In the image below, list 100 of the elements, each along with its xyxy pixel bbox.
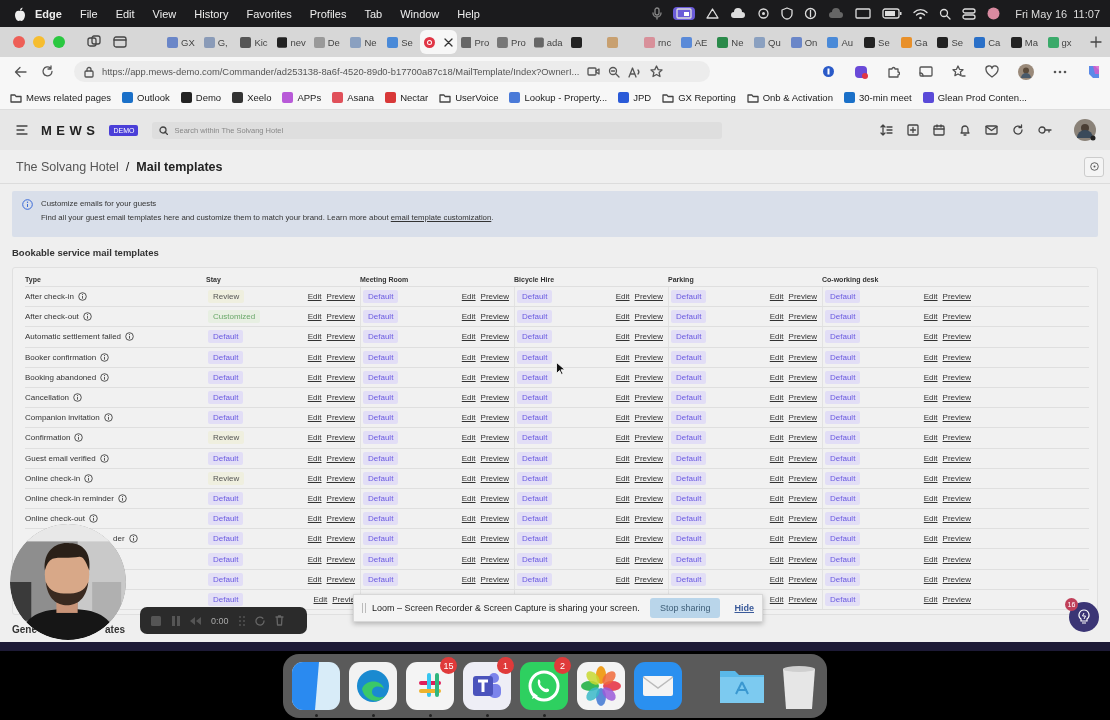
preview-link[interactable]: Preview (326, 413, 355, 423)
favorites-icon[interactable] (952, 65, 966, 78)
preview-link[interactable]: Preview (942, 453, 971, 463)
preview-link[interactable]: Preview (634, 574, 663, 584)
bookmark[interactable]: Outlook (122, 92, 170, 103)
stop-sharing-button[interactable]: Stop sharing (649, 598, 721, 618)
browser-tab[interactable]: Se (933, 30, 971, 54)
preview-link[interactable]: Preview (326, 514, 355, 524)
edit-link[interactable]: Edit (307, 493, 322, 503)
preview-link[interactable]: Preview (480, 574, 509, 584)
preview-link[interactable]: Preview (480, 352, 509, 362)
preview-link[interactable]: Preview (788, 594, 817, 604)
edit-link[interactable]: Edit (923, 574, 938, 584)
bookmark[interactable]: Xeelo (232, 92, 272, 103)
edit-link[interactable]: Edit (307, 554, 322, 564)
info-icon[interactable] (103, 413, 113, 423)
menu-item[interactable]: Window (391, 7, 449, 20)
edit-link[interactable]: Edit (307, 332, 322, 342)
preview-link[interactable]: Preview (480, 312, 509, 322)
edit-link[interactable]: Edit (307, 574, 322, 584)
edit-link[interactable]: Edit (923, 493, 938, 503)
edit-link[interactable]: Edit (307, 372, 322, 382)
edit-link[interactable]: Edit (307, 393, 322, 403)
screen-share-icon[interactable] (673, 7, 696, 20)
preview-link[interactable]: Preview (942, 413, 971, 423)
edit-link[interactable]: Edit (461, 332, 476, 342)
preview-link[interactable]: Preview (942, 393, 971, 403)
avatar-icon[interactable] (987, 7, 1001, 20)
edit-link[interactable]: Edit (615, 372, 630, 382)
mail-icon[interactable] (985, 125, 998, 135)
edit-link[interactable]: Edit (923, 372, 938, 382)
browser-tab[interactable]: Se (860, 30, 897, 54)
edit-link[interactable]: Edit (923, 312, 938, 322)
edit-link[interactable]: Edit (461, 473, 476, 483)
restart-icon[interactable] (254, 615, 265, 626)
edit-link[interactable]: Edit (307, 473, 322, 483)
preview-link[interactable]: Preview (634, 473, 663, 483)
browser-tab[interactable]: Kic (236, 30, 274, 54)
preview-link[interactable]: Preview (942, 534, 971, 544)
preview-link[interactable]: Preview (326, 292, 355, 302)
preview-link[interactable]: Preview (326, 493, 355, 503)
preview-link[interactable]: Preview (480, 534, 509, 544)
edit-link[interactable]: Edit (615, 292, 630, 302)
preview-link[interactable]: Preview (326, 433, 355, 443)
browser-tab[interactable]: On (786, 30, 824, 54)
bookmark[interactable]: 30-min meet (843, 92, 912, 103)
preview-link[interactable]: Preview (326, 453, 355, 463)
edit-link[interactable]: Edit (769, 473, 784, 483)
toggle-icon[interactable] (962, 7, 977, 20)
browser-tab[interactable]: Au (823, 30, 861, 54)
edit-link[interactable]: Edit (923, 292, 938, 302)
info-icon[interactable] (117, 493, 127, 503)
edit-link[interactable]: Edit (307, 292, 322, 302)
edit-link[interactable]: Edit (769, 554, 784, 564)
hash-icon[interactable] (405, 661, 455, 711)
preview-link[interactable]: Preview (326, 393, 355, 403)
bookmark[interactable]: JPD (618, 92, 652, 103)
reload-icon[interactable] (41, 65, 54, 78)
preview-link[interactable]: Preview (942, 372, 971, 382)
browser-tab[interactable]: gx (1043, 30, 1081, 54)
preview-link[interactable]: Preview (788, 372, 817, 382)
edit-link[interactable]: Edit (769, 534, 784, 544)
preview-link[interactable]: Preview (634, 453, 663, 463)
browser-tab[interactable]: AE (676, 30, 714, 54)
edit-link[interactable]: Edit (307, 433, 322, 443)
preview-link[interactable]: Preview (942, 352, 971, 362)
preview-link[interactable]: Preview (326, 554, 355, 564)
edit-link[interactable]: Edit (461, 292, 476, 302)
heartbeat-icon[interactable] (985, 65, 999, 78)
trash-icon[interactable] (274, 615, 284, 626)
edit-link[interactable]: Edit (615, 433, 630, 443)
edit-link[interactable]: Edit (307, 534, 322, 544)
preview-link[interactable]: Preview (788, 473, 817, 483)
info-icon[interactable] (84, 473, 94, 483)
display-icon[interactable] (855, 7, 872, 20)
edit-link[interactable]: Edit (461, 534, 476, 544)
edit-link[interactable]: Edit (769, 594, 784, 604)
edit-link[interactable]: Edit (461, 554, 476, 564)
sort-icon[interactable] (880, 124, 893, 136)
edit-link[interactable]: Edit (923, 352, 938, 362)
edit-link[interactable]: Edit (313, 594, 328, 604)
preview-link[interactable]: Preview (480, 413, 509, 423)
browser-tab[interactable]: Ne (346, 30, 384, 54)
preview-link[interactable]: Preview (788, 493, 817, 503)
preview-link[interactable]: Preview (942, 292, 971, 302)
preview-link[interactable]: Preview (480, 473, 509, 483)
preview-link[interactable]: Preview (634, 433, 663, 443)
preview-link[interactable]: Preview (480, 493, 509, 503)
edit-link[interactable]: Edit (615, 413, 630, 423)
edit-link[interactable]: Edit (769, 574, 784, 584)
menu-item[interactable]: History (185, 7, 238, 20)
edit-link[interactable]: Edit (769, 372, 784, 382)
preview-link[interactable]: Preview (326, 534, 355, 544)
browser-tab[interactable]: Pro (456, 30, 494, 54)
browser-tab[interactable]: Pro (493, 30, 530, 54)
preview-link[interactable]: Preview (480, 453, 509, 463)
triangle-icon[interactable] (706, 7, 720, 20)
avatar-icon[interactable] (1074, 119, 1096, 141)
preview-link[interactable]: Preview (480, 393, 509, 403)
workspaces-icon[interactable] (87, 35, 101, 49)
